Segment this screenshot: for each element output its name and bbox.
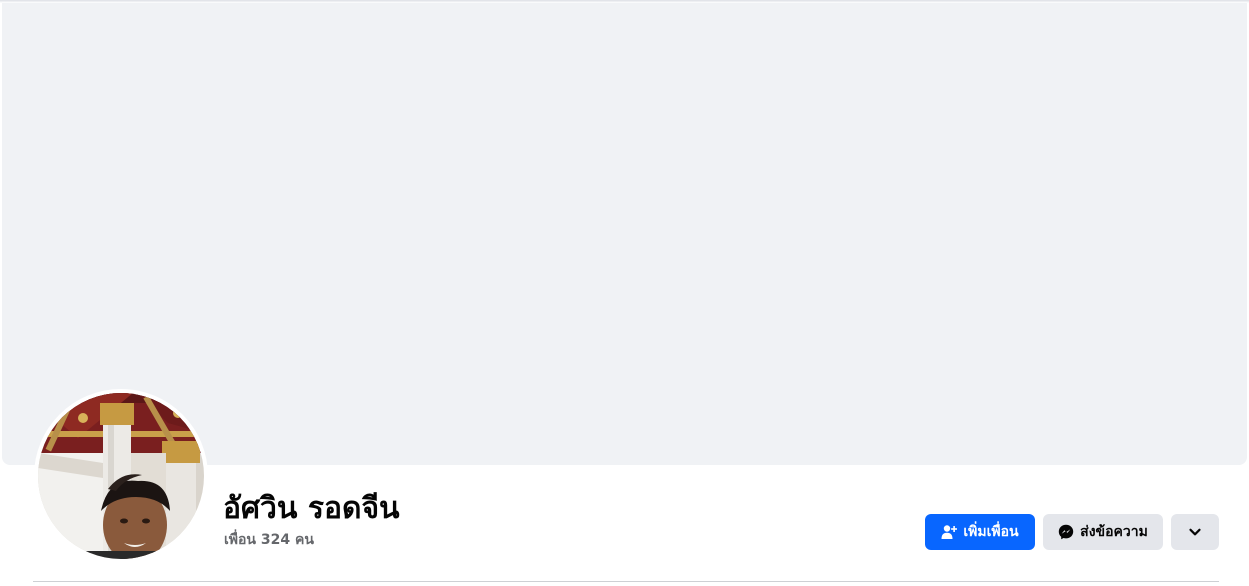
- chevron-down-icon: [1188, 525, 1202, 539]
- add-friend-button[interactable]: เพิ่มเพื่อน: [925, 514, 1035, 550]
- friends-count[interactable]: เพื่อน 324 คน: [224, 530, 314, 550]
- avatar-photo: [38, 393, 204, 559]
- add-friend-label: เพิ่มเพื่อน: [963, 524, 1019, 540]
- messenger-icon: [1058, 524, 1074, 540]
- profile-avatar[interactable]: [38, 393, 204, 559]
- section-divider: [33, 581, 1219, 582]
- send-message-button[interactable]: ส่งข้อความ: [1043, 514, 1163, 550]
- add-friend-icon: [941, 524, 958, 540]
- profile-header: อัศวิน รอดจีน เพื่อน 324 คน เพิ่มเพื่อน …: [0, 0, 1249, 586]
- send-message-label: ส่งข้อความ: [1080, 524, 1148, 540]
- more-options-button[interactable]: [1171, 514, 1219, 550]
- cover-photo[interactable]: [2, 3, 1247, 465]
- profile-name: อัศวิน รอดจีน: [223, 491, 400, 526]
